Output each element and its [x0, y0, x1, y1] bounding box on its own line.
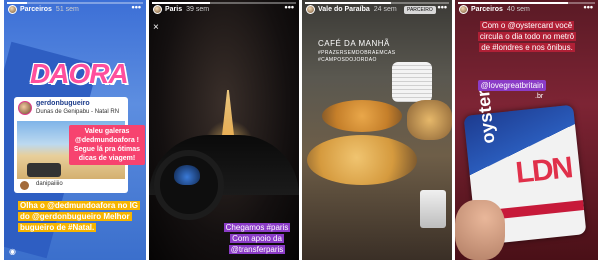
bread-basket [307, 135, 417, 185]
story-card-4[interactable]: oyster LDN Parceiros 40 sem ••• Com o @o… [455, 0, 598, 260]
story-caption: Chegamos #paris Com apoio da @transferpa… [217, 222, 297, 255]
avatar[interactable] [153, 4, 162, 14]
story-caption: Olha o @dedmundoafora no IG do @gerdonbu… [18, 200, 142, 233]
story-caption: CAFÉ DA MANHÃ [318, 39, 390, 48]
story-timestamp: 39 sem [186, 5, 210, 13]
camera-icon[interactable]: ◉ [9, 247, 16, 256]
text-bubble: Valeu galeras @dedmundoafora ! Segue lá … [69, 125, 145, 165]
close-icon[interactable]: × [153, 22, 159, 33]
story-card-1[interactable]: Parceiros 51 sem ••• DAORA gerdonbugueir… [4, 0, 146, 260]
steering-wheel [154, 150, 224, 220]
caption-text: Chegamos #paris Com apoio da @transferpa… [223, 223, 291, 254]
story-progress-bar [458, 2, 595, 4]
story-username[interactable]: Parceiros [471, 6, 503, 13]
story-progress-fill [152, 2, 210, 4]
post-username: gerdonbugueiro [36, 100, 90, 107]
story-progress-fill [458, 2, 568, 4]
story-hashtags[interactable]: #PRAZERSEMDOBRAEMCAS #CAMPOSDOJORDAO [318, 50, 398, 64]
avatar[interactable] [8, 4, 17, 14]
story-timestamp: 24 sem [373, 5, 397, 13]
story-progress-fill [305, 2, 392, 4]
caption-text: Olha o @dedmundoafora no IG do @gerdonbu… [18, 201, 141, 232]
caption-text: Com o @oystercard você circula o dia tod… [477, 21, 577, 52]
mention-sticker[interactable]: @lovegreatbritain [477, 80, 547, 91]
story-username[interactable]: Parceiros [20, 6, 52, 13]
post-location: Dunas de Genipabu - Natal RN [36, 109, 120, 115]
plate-stack [392, 62, 432, 102]
story-card-3[interactable]: Vale do Paraíba 24 sem ••• PARCEIRO CAFÉ… [302, 0, 452, 260]
story-progress-bar [7, 2, 143, 4]
story-username[interactable]: Vale do Paraíba [318, 6, 370, 13]
story-footer: ◉ [4, 244, 146, 260]
hand-shape [455, 200, 505, 260]
avatar[interactable] [306, 4, 315, 14]
avatar[interactable] [459, 4, 468, 14]
post-footer-user: danipaiiiio [36, 181, 63, 187]
story-progress-bar [152, 2, 296, 4]
story-timestamp: 40 sem [506, 5, 530, 13]
post-footer-avatar [20, 181, 29, 190]
card-city: LDN [514, 151, 573, 190]
mention-suffix: .br [535, 93, 544, 100]
story-progress-bar [305, 2, 449, 4]
story-timestamp: 51 sem [55, 5, 79, 13]
post-avatar [18, 101, 32, 115]
story-progress-fill [7, 2, 28, 4]
food-tray [407, 100, 452, 140]
dashboard-gauge [174, 165, 200, 185]
glass-shape [420, 190, 446, 228]
story-username[interactable]: Paris [165, 6, 182, 13]
mention-text[interactable]: @lovegreatbritain [477, 80, 547, 91]
partner-badge: PARCEIRO [404, 6, 436, 14]
sticker-title: DAORA [30, 58, 129, 89]
food-tray [322, 100, 402, 132]
story-card-2[interactable]: Paris 39 sem ••• × Chegamos #paris Com a… [149, 0, 299, 260]
stories-strip: Parceiros 51 sem ••• DAORA gerdonbugueir… [0, 0, 600, 260]
buggy-shape [27, 163, 61, 177]
story-caption: Com o @oystercard você circula o dia tod… [477, 20, 577, 53]
